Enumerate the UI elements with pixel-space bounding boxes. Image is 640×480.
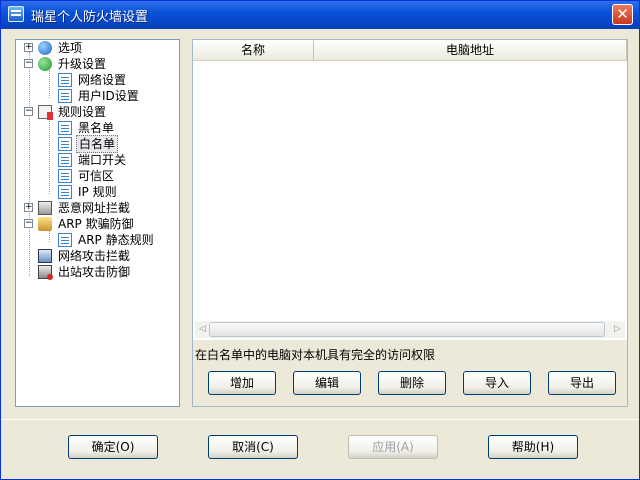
expand-toggle[interactable]: + (24, 43, 33, 52)
collapse-toggle[interactable]: − (24, 107, 33, 116)
network-attack-icon (38, 249, 52, 263)
cancel-button[interactable]: 取消(C) (208, 435, 298, 459)
tree-item-label: 可信区 (78, 169, 115, 183)
tree-item-label: 用户ID设置 (78, 89, 139, 103)
title-bar[interactable]: 瑞星个人防火墙设置 ✕ (1, 1, 639, 29)
tree-connector (29, 52, 30, 276)
horizontal-scrollbar[interactable]: ◁ ▷ (195, 321, 625, 338)
options-icon (38, 41, 52, 55)
ok-button[interactable]: 确定(O) (68, 435, 158, 459)
document-icon (58, 121, 72, 135)
tree-item-label: 白名单 (76, 135, 119, 153)
window-title: 瑞星个人防火墙设置 (31, 10, 149, 25)
tree-item-label: IP 规则 (78, 185, 117, 199)
footer-divider (1, 419, 639, 420)
arp-icon (38, 217, 52, 231)
document-icon (58, 169, 72, 183)
add-button[interactable]: 增加 (208, 371, 276, 395)
scroll-right-arrow-icon[interactable]: ▷ (610, 321, 625, 338)
collapse-toggle[interactable]: − (24, 59, 33, 68)
update-icon (38, 57, 52, 71)
outbound-icon (38, 265, 53, 280)
tree-connector (49, 230, 50, 242)
tree-item-label: ARP 静态规则 (78, 233, 154, 247)
document-icon (58, 89, 72, 103)
whitelist-table[interactable]: 名称 电脑地址 ◁ ▷ (193, 40, 627, 340)
document-icon (58, 185, 72, 199)
document-icon (58, 153, 72, 167)
tree-item-label: 出站攻击防御 (58, 265, 131, 279)
firewall-settings-window: 瑞星个人防火墙设置 ✕ + 选项 − 升级设置 网络设置 用户ID设置 − 规则… (0, 0, 640, 480)
scroll-left-arrow-icon[interactable]: ◁ (195, 321, 210, 338)
expand-toggle[interactable]: + (24, 203, 33, 212)
tree-connector (49, 118, 50, 194)
export-button[interactable]: 导出 (548, 371, 616, 395)
column-header-address[interactable]: 电脑地址 (314, 40, 627, 60)
scroll-thumb[interactable] (209, 322, 605, 337)
tree-item-label: 网络设置 (78, 73, 127, 87)
url-block-icon (38, 201, 52, 215)
tree-item-label: 网络攻击拦截 (58, 249, 131, 263)
import-button[interactable]: 导入 (463, 371, 531, 395)
table-header: 名称 电脑地址 (193, 40, 627, 61)
tree-item-label: 规则设置 (58, 105, 107, 119)
document-icon (58, 233, 72, 247)
column-header-name[interactable]: 名称 (193, 40, 314, 60)
tree-item-label: 端口开关 (78, 153, 127, 167)
help-button[interactable]: 帮助(H) (488, 435, 578, 459)
tree-item-label: 升级设置 (58, 57, 107, 71)
collapse-toggle[interactable]: − (24, 219, 33, 228)
tree-item-label: 恶意网址拦截 (58, 201, 131, 215)
shield-icon (8, 6, 24, 22)
settings-tree: + 选项 − 升级设置 网络设置 用户ID设置 − 规则设置 黑名单 白名单 端… (15, 39, 180, 407)
document-icon (58, 73, 72, 87)
tree-connector (49, 70, 50, 98)
apply-button: 应用(A) (348, 435, 438, 459)
delete-button[interactable]: 删除 (378, 371, 446, 395)
tree-item-label: 黑名单 (78, 121, 115, 135)
tree-item-label: 选项 (58, 41, 83, 55)
close-button[interactable]: ✕ (612, 4, 633, 25)
rules-icon (38, 105, 53, 120)
edit-button[interactable]: 编辑 (293, 371, 361, 395)
tree-item-label: ARP 欺骗防御 (58, 217, 134, 231)
whitelist-description: 在白名单中的电脑对本机具有完全的访问权限 (195, 348, 436, 362)
whitelist-panel: 名称 电脑地址 ◁ ▷ 在白名单中的电脑对本机具有完全的访问权限 增加 编辑 删… (192, 39, 628, 407)
document-icon (58, 137, 72, 151)
